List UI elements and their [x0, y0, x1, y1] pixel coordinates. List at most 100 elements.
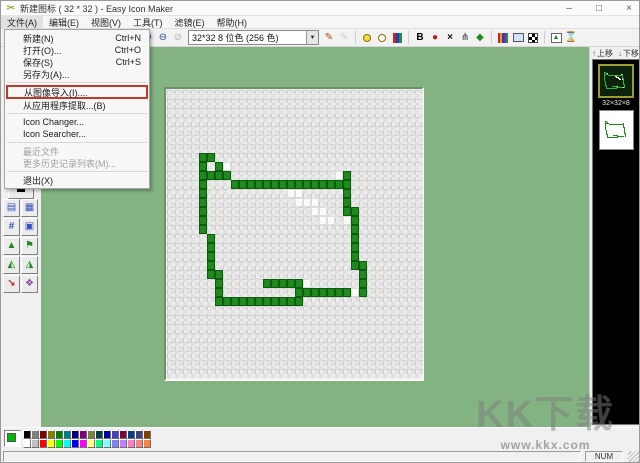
pixel-green[interactable]: [295, 279, 303, 288]
palette-swatch[interactable]: [23, 430, 31, 439]
screen-preview-icon[interactable]: [511, 30, 525, 45]
palette-swatch[interactable]: [55, 439, 63, 448]
file-menu-item-6[interactable]: 从图像导入(I)....: [6, 85, 148, 99]
pixel-white[interactable]: [327, 216, 335, 225]
menubar-item-3[interactable]: 视图(V): [85, 16, 127, 28]
pixel-green[interactable]: [215, 279, 223, 288]
palette-swatch[interactable]: [47, 439, 55, 448]
file-menu-item-12[interactable]: 最近文件: [5, 145, 149, 157]
color-depth-select[interactable]: 32*32 8 位色 (256 色) ▼: [188, 30, 319, 45]
pixel-green[interactable]: [295, 180, 303, 189]
file-menu-item-2[interactable]: 打开(O)...Ctrl+O: [5, 44, 149, 56]
pixel-green[interactable]: [239, 297, 247, 306]
tool-flag-button[interactable]: ⚑: [21, 237, 38, 255]
pixel-green[interactable]: [215, 288, 223, 297]
file-menu-item-10[interactable]: Icon Searcher...: [5, 128, 149, 140]
pixel-white[interactable]: [351, 288, 359, 297]
delete-icon[interactable]: ×: [443, 30, 457, 45]
palette-swatch[interactable]: [55, 430, 63, 439]
pixel-green[interactable]: [239, 180, 247, 189]
tool-pointer-button[interactable]: ↘: [3, 275, 20, 293]
pixel-green[interactable]: [207, 270, 215, 279]
icon-thumbnail-selected[interactable]: [598, 64, 634, 98]
pixel-green[interactable]: [327, 180, 335, 189]
palette-swatch[interactable]: [135, 439, 143, 448]
pixel-green[interactable]: [279, 279, 287, 288]
palette-swatch[interactable]: [135, 430, 143, 439]
pixel-green[interactable]: [215, 270, 223, 279]
pixel-green[interactable]: [199, 225, 207, 234]
pixel-green[interactable]: [207, 261, 215, 270]
pixel-green[interactable]: [207, 243, 215, 252]
palette-swatch[interactable]: [95, 430, 103, 439]
pixel-green[interactable]: [215, 297, 223, 306]
menubar-item-2[interactable]: 编辑(E): [43, 16, 85, 28]
tool-comb-button[interactable]: #: [3, 218, 20, 236]
pixel-white[interactable]: [319, 207, 327, 216]
pixel-green[interactable]: [207, 171, 215, 180]
palette-swatch[interactable]: [143, 430, 151, 439]
pixel-green[interactable]: [311, 180, 319, 189]
minimize-button[interactable]: –: [563, 3, 575, 15]
hourglass-icon[interactable]: ⌛: [564, 30, 578, 45]
pixel-green[interactable]: [223, 171, 231, 180]
pixel-green[interactable]: [199, 189, 207, 198]
current-color-well[interactable]: [4, 430, 21, 447]
palette-swatch[interactable]: [39, 430, 47, 439]
tool-hill-left-button[interactable]: ◭: [3, 256, 20, 274]
pixel-white[interactable]: [311, 198, 319, 207]
pixel-green[interactable]: [287, 297, 295, 306]
pixel-green[interactable]: [343, 180, 351, 189]
pixel-green[interactable]: [303, 180, 311, 189]
pixel-green[interactable]: [223, 297, 231, 306]
pixel-green[interactable]: [255, 180, 263, 189]
pixel-green[interactable]: [263, 180, 271, 189]
pixel-green[interactable]: [271, 297, 279, 306]
palette-swatch[interactable]: [31, 430, 39, 439]
pixel-green[interactable]: [351, 234, 359, 243]
pixel-white[interactable]: [319, 216, 327, 225]
palette-swatch[interactable]: [111, 439, 119, 448]
file-menu-item-3[interactable]: 保存(S)Ctrl+S: [5, 56, 149, 68]
pixel-white[interactable]: [223, 162, 231, 171]
pixel-green[interactable]: [271, 279, 279, 288]
pixel-green[interactable]: [359, 279, 367, 288]
pixel-green[interactable]: [295, 288, 303, 297]
palette-swatch[interactable]: [95, 439, 103, 448]
palette-swatch[interactable]: [39, 439, 47, 448]
palette-swatch[interactable]: [119, 439, 127, 448]
palette-swatch[interactable]: [119, 430, 127, 439]
pixel-green[interactable]: [343, 189, 351, 198]
zoom-out-icon[interactable]: ⊖: [156, 30, 170, 45]
pixel-green[interactable]: [199, 153, 207, 162]
palette-swatch[interactable]: [71, 430, 79, 439]
menubar-item-6[interactable]: 帮助(H): [211, 16, 254, 28]
palette-swatch[interactable]: [31, 439, 39, 448]
pixel-white[interactable]: [343, 216, 351, 225]
pixel-green[interactable]: [335, 288, 343, 297]
palette-swatch[interactable]: [111, 430, 119, 439]
pixel-green[interactable]: [343, 207, 351, 216]
palette-swatch[interactable]: [103, 430, 111, 439]
pixel-green[interactable]: [327, 288, 335, 297]
chevron-down-icon[interactable]: ▼: [306, 31, 318, 44]
pixel-green[interactable]: [207, 153, 215, 162]
pixel-green[interactable]: [351, 243, 359, 252]
file-menu-item-15[interactable]: 退出(X): [5, 174, 149, 186]
flip-icon[interactable]: ◆: [473, 30, 487, 45]
pixel-green[interactable]: [351, 252, 359, 261]
pixel-green[interactable]: [343, 198, 351, 207]
dot-icon[interactable]: ●: [428, 30, 442, 45]
pixel-white[interactable]: [295, 198, 303, 207]
invert-icon[interactable]: [526, 30, 540, 45]
menubar-item-5[interactable]: 滤镜(E): [169, 16, 211, 28]
pixel-green[interactable]: [351, 207, 359, 216]
pixel-green[interactable]: [343, 288, 351, 297]
pick-tool-icon[interactable]: ⋔: [458, 30, 472, 45]
pixel-green[interactable]: [279, 297, 287, 306]
pixel-green[interactable]: [199, 207, 207, 216]
test-colors-icon[interactable]: [390, 30, 404, 45]
pixel-green[interactable]: [311, 288, 319, 297]
pixel-green[interactable]: [199, 198, 207, 207]
close-button[interactable]: ×: [623, 3, 635, 15]
